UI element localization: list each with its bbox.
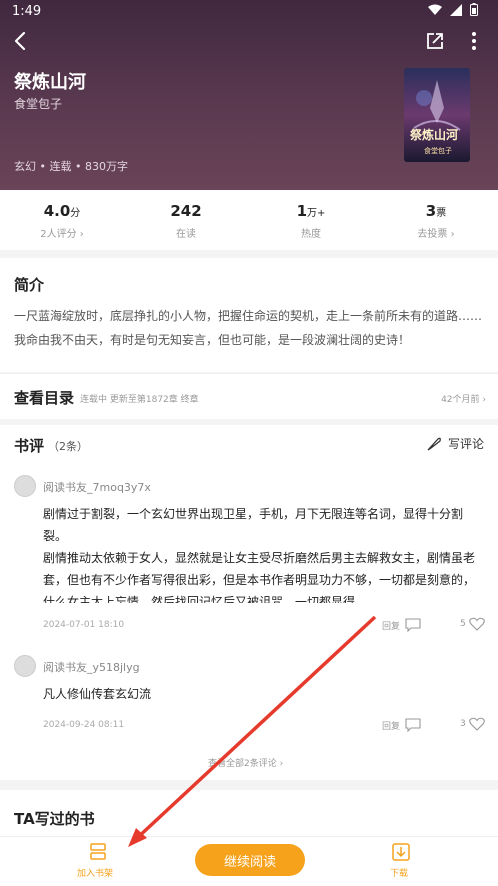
reviews-section: 书评 （2条） 写评论 阅读书友_7moq3y7x 剧情过于割裂，一个玄幻世界出… [0, 425, 498, 780]
reviews-heading: 书评 [14, 437, 45, 455]
popularity-value: 1 [296, 202, 308, 220]
reading-label: 在读 [176, 229, 196, 240]
vote-stat[interactable]: 3票 去投票 › [374, 190, 498, 240]
download-label: 下载 [390, 869, 409, 879]
book-author[interactable]: 食堂包子 [14, 95, 62, 112]
book-header: 1:49 祭炼山河 食堂包子 玄幻 • 连载 • 830万字 祭炼山河 食堂包子 [0, 0, 498, 190]
feather-icon [427, 437, 441, 451]
review-text[interactable]: 剧情过于割裂，一个玄幻世界出现卫星，手机，月下无限连等名词，显得十分割裂。 剧情… [43, 503, 483, 603]
intro-text[interactable]: 一尺蓝海绽放时，底层挣扎的小人物，把握住命运的契机，走上一条前所未有的道路……我… [14, 304, 488, 352]
comment-icon[interactable] [405, 718, 421, 732]
rating-value: 4.0 [43, 202, 71, 220]
book-meta: 玄幻 • 连载 • 830万字 [14, 160, 128, 173]
back-icon[interactable] [10, 30, 32, 52]
status-time: 1:49 [12, 4, 42, 19]
vote-value: 3 [425, 202, 437, 220]
comment-icon[interactable] [405, 618, 421, 632]
add-to-shelf-button[interactable]: 加入书架 [74, 842, 124, 882]
review-date: 2024-07-01 18:10 [43, 620, 125, 630]
cover-author: 食堂包子 [424, 147, 452, 155]
signal-icon [450, 3, 462, 16]
rating-stat[interactable]: 4.0分 2人评分 › [0, 190, 124, 240]
rating-unit: 分 [70, 208, 81, 219]
download-icon [392, 843, 410, 861]
share-icon[interactable] [424, 30, 446, 52]
cover-title: 祭炼山河 [410, 128, 459, 142]
bookshelf-icon [90, 843, 106, 860]
heart-icon[interactable] [469, 717, 485, 732]
popularity-stat: 1万+ 热度 [249, 190, 373, 240]
heart-icon[interactable] [469, 617, 485, 632]
review-user[interactable]: 阅读书友_7moq3y7x [43, 479, 151, 495]
like-count: 3 [460, 719, 466, 729]
continue-reading-button[interactable]: 继续阅读 [195, 844, 305, 876]
popularity-unit: 万+ [307, 208, 326, 219]
write-review-button[interactable]: 写评论 [426, 435, 484, 452]
toc-heading: 查看目录 [14, 389, 75, 407]
reading-stat: 242 在读 [124, 190, 248, 240]
vote-label: 去投票 › [417, 229, 455, 240]
popularity-label: 热度 [301, 229, 321, 240]
reading-value: 242 [170, 202, 202, 220]
status-icons [428, 3, 478, 16]
more-icon[interactable] [466, 30, 482, 52]
intro-section: 简介 一尺蓝海绽放时，底层挣扎的小人物，把握住命运的契机，走上一条前所未有的道路… [0, 258, 498, 372]
intro-heading: 简介 [14, 276, 45, 294]
wifi-icon [428, 4, 442, 15]
add-to-shelf-label: 加入书架 [77, 869, 114, 879]
view-all-reviews-link[interactable]: 查看全部2条评论 › [208, 756, 283, 769]
battery-icon [470, 3, 478, 16]
toc-status: 连载中 更新至第1872章 终章 [80, 395, 199, 405]
download-button[interactable]: 下载 [386, 842, 416, 882]
avatar[interactable] [14, 475, 36, 497]
reply-label[interactable]: 回复 [382, 719, 400, 732]
review-text[interactable]: 凡人修仙传套玄幻流 [43, 683, 483, 705]
avatar[interactable] [14, 655, 36, 677]
author-books-section: TA写过的书 [0, 790, 498, 840]
stats-bar: 4.0分 2人评分 › 242 在读 1万+ 热度 3票 去投票 › [0, 190, 498, 250]
review-user[interactable]: 阅读书友_y518jlyg [43, 659, 140, 675]
author-books-heading: TA写过的书 [14, 810, 95, 828]
toc-updated: 42个月前 › [441, 395, 486, 405]
reviews-count: （2条） [48, 440, 88, 453]
review-date: 2024-09-24 08:11 [43, 720, 125, 730]
write-review-label: 写评论 [447, 437, 484, 451]
vote-unit: 票 [436, 208, 447, 219]
reply-label[interactable]: 回复 [382, 619, 400, 632]
toc-row[interactable]: 查看目录 连载中 更新至第1872章 终章 42个月前 › [0, 373, 498, 419]
book-cover[interactable]: 祭炼山河 食堂包子 [404, 68, 470, 162]
rating-label: 2人评分 › [40, 229, 84, 240]
like-count: 5 [460, 619, 466, 629]
book-title: 祭炼山河 [14, 72, 86, 93]
